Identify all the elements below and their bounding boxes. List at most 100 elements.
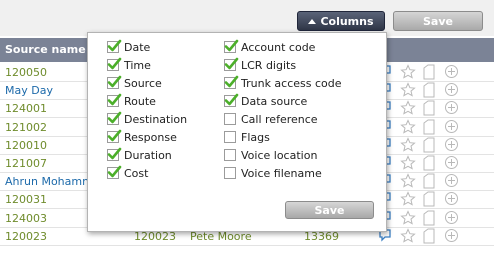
save-button[interactable]: Save [393,11,483,31]
checkbox-checked[interactable] [107,39,122,53]
column-option-label: Call reference [241,112,318,126]
column-option-label: Source [124,76,162,90]
source-name-cell: 120023 [5,229,47,243]
note-icon[interactable] [422,228,436,247]
star-icon[interactable] [400,155,416,174]
add-icon[interactable] [444,210,459,228]
source-name-cell[interactable]: May Day [5,84,53,97]
add-icon[interactable] [444,82,459,100]
note-icon[interactable] [422,210,436,229]
column-option[interactable]: Voice location [224,147,317,163]
row-actions [378,82,458,98]
add-icon[interactable] [444,137,459,155]
star-icon[interactable] [400,137,416,156]
star-icon[interactable] [400,173,416,192]
column-option[interactable]: Date [107,39,150,55]
note-icon[interactable] [422,119,436,138]
checkbox-checked[interactable] [107,75,122,89]
column-option-label: Route [124,94,156,108]
row-actions [378,209,459,229]
checkbox-checked[interactable] [107,93,122,107]
row-actions [378,191,458,207]
column-option[interactable]: Response [107,129,177,145]
column-header-source-name[interactable]: Source name [5,43,86,56]
row-actions [378,228,458,244]
star-icon[interactable] [400,100,416,119]
column-option-label: Data source [241,94,308,108]
source-name-cell: 124003 [5,211,47,225]
column-option[interactable]: Voice filename [224,165,322,181]
column-option-label: Cost [124,166,149,180]
checkbox-checked[interactable] [107,129,122,143]
checkbox-unchecked[interactable] [224,149,236,161]
source-name-cell: 121007 [5,157,47,170]
column-option-label: Destination [124,112,188,126]
checkbox-checked[interactable] [107,111,122,125]
row-actions [378,64,458,80]
column-option[interactable]: Flags [224,129,270,145]
note-icon[interactable] [422,173,436,192]
column-option[interactable]: Trunk access code [224,75,342,91]
column-option[interactable]: Cost [107,165,148,181]
add-icon[interactable] [444,64,459,82]
note-icon[interactable] [422,155,436,174]
column-option-label: Flags [241,130,270,144]
row-actions [378,118,459,138]
star-icon[interactable] [400,118,416,138]
toolbar: Columns Save [0,0,494,36]
column-option[interactable]: Time [107,57,151,73]
checkbox-checked[interactable] [224,57,239,71]
note-icon[interactable] [422,100,436,119]
column-option-label: Date [124,40,151,54]
column-option-label: Voice location [241,148,318,162]
add-icon[interactable] [444,119,459,137]
star-icon[interactable] [400,64,416,83]
column-option-label: Account code [241,40,316,54]
add-icon[interactable] [444,173,459,191]
column-option[interactable]: Source [107,75,162,91]
checkbox-checked[interactable] [107,57,122,71]
column-option-label: Trunk access code [241,76,342,90]
column-option[interactable]: Data source [224,93,307,109]
add-icon[interactable] [444,191,459,209]
star-icon[interactable] [400,209,416,229]
checkbox-unchecked[interactable] [224,113,236,125]
note-icon[interactable] [422,82,436,101]
star-icon[interactable] [400,228,416,247]
triangle-up-icon [308,18,317,24]
checkbox-unchecked[interactable] [224,167,236,179]
column-option[interactable]: Duration [107,147,172,163]
column-option[interactable]: LCR digits [224,57,296,73]
checkbox-unchecked[interactable] [224,131,236,143]
checkbox-checked[interactable] [224,39,239,53]
checkbox-checked[interactable] [224,75,239,89]
column-option[interactable]: Destination [107,111,187,127]
source-name-cell: 120031 [5,193,47,207]
add-icon[interactable] [444,100,459,118]
popup-save-label: Save [314,203,345,217]
popup-save-button[interactable]: Save [285,201,374,219]
star-icon[interactable] [400,191,416,210]
note-icon[interactable] [422,191,436,210]
column-option-label: Voice filename [241,166,322,180]
source-name-cell: 124001 [5,102,47,116]
checkbox-checked[interactable] [107,165,122,179]
columns-button[interactable]: Columns [297,11,385,31]
row-actions [378,155,458,171]
checkbox-checked[interactable] [224,93,239,107]
columns-button-label: Columns [320,14,374,28]
column-option-label: Duration [124,148,172,162]
columns-popup: Date Time Source Route Destination Response Du… [87,32,387,232]
note-icon[interactable] [422,137,436,156]
column-option[interactable]: Route [107,93,156,109]
add-icon[interactable] [444,155,459,173]
source-name-cell: 120050 [5,66,47,79]
note-icon[interactable] [422,64,436,83]
column-option[interactable]: Call reference [224,111,318,127]
star-icon[interactable] [400,82,416,101]
add-icon[interactable] [444,228,459,246]
checkbox-checked[interactable] [107,147,122,161]
column-option[interactable]: Account code [224,39,315,55]
source-name-cell[interactable]: Ahrun Mohamm [5,175,93,188]
row-actions [378,100,458,116]
